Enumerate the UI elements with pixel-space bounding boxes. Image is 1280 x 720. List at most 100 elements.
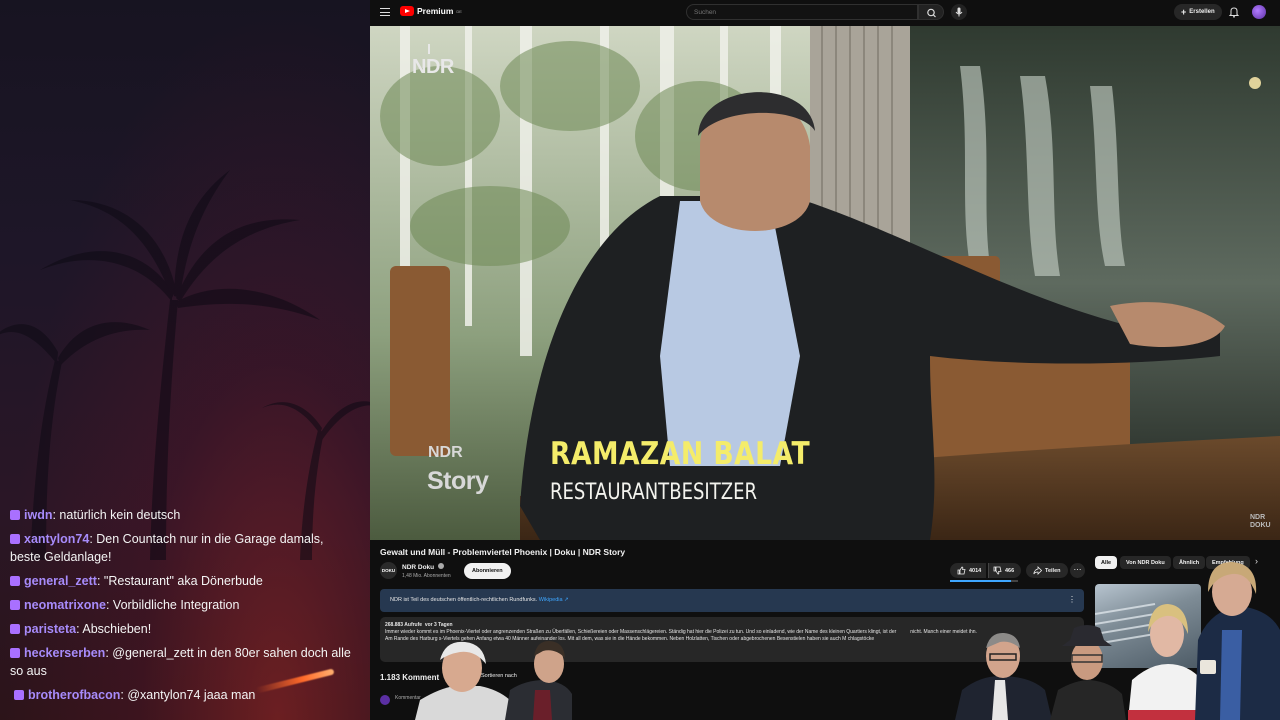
logo-text: Premium <box>417 6 454 16</box>
ndr-watermark: NDR <box>412 56 454 78</box>
dislike-button[interactable]: 466 <box>988 563 1022 578</box>
chip-recommended[interactable]: Empfehlung <box>1206 556 1250 569</box>
more-actions-button[interactable]: ⋯ <box>1070 563 1085 578</box>
chat-message: general_zett: "Restaurant" aka Dönerbude <box>10 572 355 590</box>
chat-username[interactable]: paristeta <box>24 622 76 636</box>
comments-count: 1.183 Komment <box>380 673 440 682</box>
subscribe-button[interactable]: Abonnieren <box>464 563 511 579</box>
chip-from-channel[interactable]: Von NDR Doku <box>1120 556 1171 569</box>
chat-message-list: iwdn: natürlich kein deutsch xantylon74:… <box>10 506 355 710</box>
commenter-avatar <box>380 695 390 705</box>
subscriber-badge-icon <box>10 648 20 658</box>
chat-message: xantylon74: Den Countach nur in die Gara… <box>10 532 324 564</box>
upload-age: vor 3 Tagen <box>424 622 453 628</box>
plus-icon: + <box>1181 6 1187 17</box>
chat-message: paristeta: Abschieben! <box>10 620 355 638</box>
description-text: chlagstöcke <box>847 636 875 642</box>
description-line: Am Rande des Harburg s-Viertels gehen An… <box>385 636 1079 643</box>
corner-logo-line1: NDR <box>1250 514 1266 521</box>
chip-all[interactable]: Alle <box>1095 556 1118 569</box>
notifications-bell-icon[interactable] <box>1228 6 1240 18</box>
lower-third-ndr: NDR <box>428 444 463 461</box>
search-input[interactable] <box>686 4 918 20</box>
chat-username[interactable]: brotherofbacon <box>28 688 120 702</box>
stream-chat-panel: iwdn: natürlich kein deutsch xantylon74:… <box>0 0 370 720</box>
chat-text: Vorbildliche Integration <box>112 598 240 612</box>
sort-comments-button[interactable]: Sortieren nach <box>481 673 517 679</box>
channel-avatar[interactable]: DOKU <box>380 562 397 579</box>
share-button[interactable]: Teilen <box>1026 563 1068 578</box>
description-text <box>898 629 909 635</box>
youtube-topbar: Premium DE + Erstellen <box>370 0 1280 26</box>
ndr-logo-mark <box>428 44 430 54</box>
lower-third-person-name: RAMAZAN BALAT <box>550 436 811 472</box>
subscriber-badge-icon <box>10 624 20 634</box>
chat-text: natürlich kein deutsch <box>59 508 181 522</box>
view-count: 268.883 Aufrufe <box>385 622 423 628</box>
wikipedia-link[interactable]: Wikipedia ↗ <box>539 597 569 603</box>
chat-text: "Restaurant" aka Dönerbude <box>103 574 263 588</box>
chat-username[interactable]: xantylon74 <box>24 532 89 546</box>
subscriber-badge-icon <box>10 600 20 610</box>
youtube-play-icon <box>400 6 414 16</box>
chat-message: brotherofbacon: @xantylon74 jaaa man <box>10 686 355 704</box>
palm-tree-background <box>0 170 370 560</box>
description-line: Immer wieder kommt es im Phoenix-Viertel… <box>385 629 1079 636</box>
thumbnail-image <box>1095 603 1156 645</box>
chip-related[interactable]: Ähnlich <box>1173 556 1206 569</box>
like-ratio-fill <box>950 580 1012 582</box>
description-text: Immer wieder kommt es im Phoenix-Viertel… <box>385 629 897 635</box>
chips-next-arrow-icon[interactable]: › <box>1255 556 1258 566</box>
ndr-doku-corner-logo: NDR DOKU <box>1250 514 1271 530</box>
chat-message: neomatrixone: Vorbildliche Integration <box>10 596 355 614</box>
logo-country: DE <box>456 8 462 14</box>
subscriber-badge-icon <box>10 534 20 544</box>
recommended-video-thumbnail[interactable] <box>1095 584 1201 668</box>
search-icon <box>927 8 936 18</box>
search-button[interactable] <box>918 4 944 20</box>
create-label: Erstellen <box>1189 9 1215 15</box>
chat-message: heckerserben: @general_zett in den 80er … <box>10 646 351 678</box>
info-panel-menu-icon[interactable]: ⋮ <box>1068 595 1076 604</box>
chat-username[interactable]: heckerserben <box>24 646 105 660</box>
corner-logo-line2: DOKU <box>1250 522 1271 529</box>
comment-input[interactable]: Kommentar <box>395 695 421 701</box>
chat-text: @xantylon74 jaaa man <box>127 688 256 702</box>
like-count: 4014 <box>969 567 982 574</box>
subscriber-badge-icon <box>10 510 20 520</box>
description-text: Am Rande des Harburg <box>385 636 438 642</box>
account-avatar[interactable] <box>1252 5 1266 19</box>
verified-check-icon <box>437 563 444 569</box>
info-panel-text: NDR ist Teil des deutschen öffentlich-re… <box>390 597 538 603</box>
youtube-premium-logo[interactable]: Premium DE <box>400 6 462 16</box>
chat-message: iwdn: natürlich kein deutsch <box>10 506 355 524</box>
microphone-icon <box>955 7 963 17</box>
create-button[interactable]: + Erstellen <box>1174 4 1222 20</box>
channel-name[interactable]: NDR Doku <box>402 563 444 571</box>
share-icon <box>1033 566 1042 575</box>
dislike-count: 466 <box>1005 567 1015 574</box>
video-player[interactable]: NDR NDR Story RAMAZAN BALAT RESTAURANTBE… <box>370 26 1280 540</box>
chat-username[interactable]: iwdn <box>24 508 52 522</box>
chat-username[interactable]: general_zett <box>24 574 97 588</box>
like-button[interactable]: 4014 <box>950 563 987 578</box>
youtube-window: Premium DE + Erstellen <box>370 0 1280 720</box>
description-text: s-Viertels gehen Anfang <box>438 636 492 642</box>
thumbs-up-icon <box>957 566 966 575</box>
lower-third-person-role: RESTAURANTBESITZER <box>550 480 758 505</box>
share-label: Teilen <box>1045 567 1061 574</box>
voice-search-button[interactable] <box>951 4 967 20</box>
video-title: Gewalt und Müll - Problemviertel Phoenix… <box>380 547 626 557</box>
menu-icon[interactable] <box>380 8 390 16</box>
info-panel: NDR ist Teil des deutschen öffentlich-re… <box>380 589 1084 612</box>
subscriber-badge-icon <box>10 576 20 586</box>
like-ratio-bar <box>950 580 1018 582</box>
video-frame-scene <box>370 26 1280 540</box>
chat-username[interactable]: neomatrixone <box>24 598 106 612</box>
description-text: nicht. Manch einer meidet ihn. <box>910 629 977 635</box>
lower-third-story: Story <box>427 467 489 495</box>
description-meta: 268.883 Aufrufe vor 3 Tagen <box>385 622 1079 629</box>
subscriber-badge-icon <box>14 690 24 700</box>
video-description[interactable]: 268.883 Aufrufe vor 3 Tagen Immer wieder… <box>380 617 1084 662</box>
subscriber-count: 1,48 Mio. Abonnenten <box>402 573 451 579</box>
